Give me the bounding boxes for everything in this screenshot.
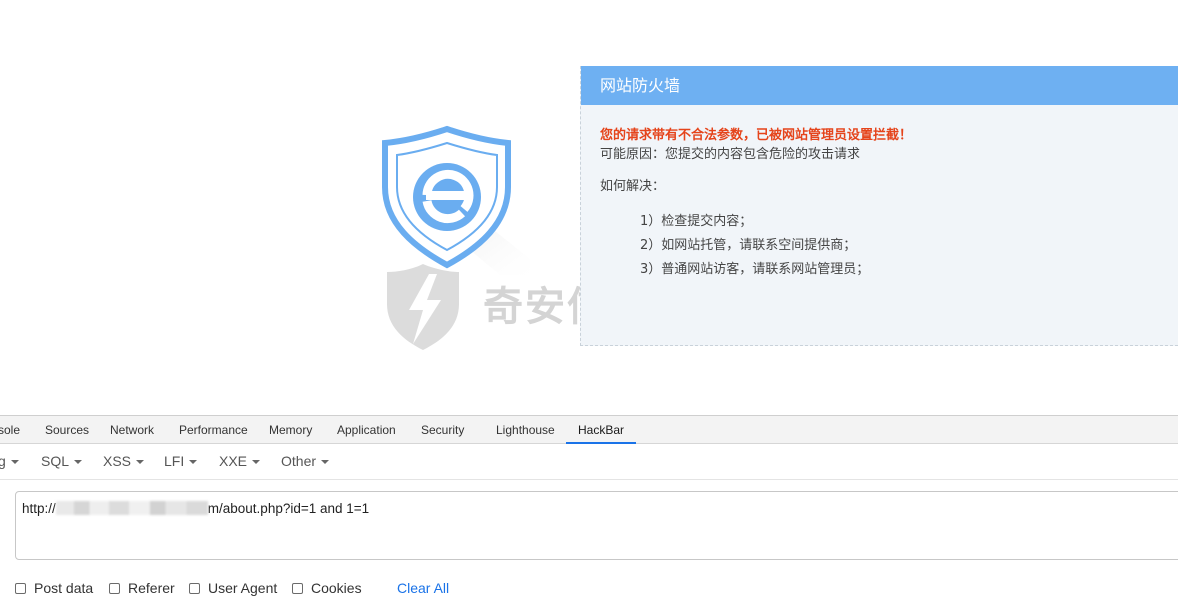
chevron-down-icon [10, 460, 19, 465]
menu-xss[interactable]: XSS [103, 444, 145, 479]
option-label: Post data [34, 580, 94, 596]
option-label: Referer [128, 580, 175, 596]
howto-label: 如何解决： [600, 179, 666, 194]
devtools-panel: sole Sources Network Performance Memory … [0, 415, 1178, 602]
tab-security[interactable]: Security [421, 416, 464, 444]
solution-item: 3）普通网站访客，请联系网站管理员； [640, 262, 870, 277]
cookies-checkbox[interactable] [292, 582, 303, 594]
menu-label: XSS [103, 453, 132, 469]
tab-network[interactable]: Network [110, 416, 154, 444]
option-label: User Agent [208, 580, 278, 596]
solution-item: 2）如网站托管，请联系空间提供商； [640, 238, 857, 253]
menu-label: LFI [164, 453, 185, 469]
chevron-down-icon [189, 460, 198, 465]
url-input[interactable]: http:// m/about.php?id=1 and 1=1 [15, 491, 1178, 560]
tab-performance[interactable]: Performance [179, 416, 248, 444]
chevron-down-icon [321, 460, 330, 465]
url-prefix: http:// [22, 500, 56, 516]
devtools-tab-bar: sole Sources Network Performance Memory … [0, 415, 1178, 444]
chevron-down-icon [252, 460, 261, 465]
tab-sources[interactable]: Sources [45, 416, 89, 444]
referer-checkbox[interactable] [109, 582, 120, 594]
block-alert: 您的请求带有不合法参数，已被网站管理员设置拦截！ [600, 128, 913, 143]
solution-list: 1）检查提交内容； 2）如网站托管，请联系空间提供商； 3）普通网站访客，请联系… [600, 210, 1178, 282]
menu-label: g [0, 453, 6, 469]
firewall-title: 网站防火墙 [581, 66, 1178, 105]
menu-label: XXE [219, 453, 248, 469]
menu-sql[interactable]: SQL [41, 444, 83, 479]
lightning-shield-icon [387, 264, 459, 350]
hackbar-toolbar: g SQL XSS LFI XXE Other [0, 444, 1178, 480]
menu-other[interactable]: Other [281, 444, 330, 479]
tab-hackbar[interactable]: HackBar [566, 416, 637, 444]
user-agent-option[interactable]: User Agent [189, 580, 277, 596]
url-suffix: m/about.php?id=1 and 1=1 [207, 500, 370, 516]
firewall-body: 您的请求带有不合法参数，已被网站管理员设置拦截！ 可能原因：您提交的内容包含危险… [581, 105, 1178, 282]
clear-all-button[interactable]: Clear All [397, 580, 449, 596]
post-data-option[interactable]: Post data [15, 580, 93, 596]
tab-console[interactable]: sole [0, 416, 20, 444]
menu-encoding[interactable]: g [0, 444, 19, 479]
post-data-checkbox[interactable] [15, 582, 26, 594]
menu-label: Other [281, 453, 317, 469]
menu-label: SQL [41, 453, 70, 469]
block-reason: 可能原因：您提交的内容包含危险的攻击请求 [600, 147, 861, 162]
chevron-down-icon [74, 460, 83, 465]
redacted-domain [55, 501, 208, 516]
menu-xxe[interactable]: XXE [219, 444, 261, 479]
firewall-logo-icon [380, 125, 550, 275]
cookies-option[interactable]: Cookies [292, 580, 362, 596]
firewall-panel: 网站防火墙 您的请求带有不合法参数，已被网站管理员设置拦截！ 可能原因：您提交的… [580, 66, 1178, 346]
tab-lighthouse[interactable]: Lighthouse [496, 416, 555, 444]
user-agent-checkbox[interactable] [189, 582, 200, 594]
solution-item: 1）检查提交内容； [640, 214, 753, 229]
menu-lfi[interactable]: LFI [164, 444, 198, 479]
referer-option[interactable]: Referer [109, 580, 175, 596]
tab-memory[interactable]: Memory [269, 416, 312, 444]
tab-application[interactable]: Application [337, 416, 396, 444]
chevron-down-icon [136, 460, 145, 465]
option-label: Cookies [311, 580, 362, 596]
